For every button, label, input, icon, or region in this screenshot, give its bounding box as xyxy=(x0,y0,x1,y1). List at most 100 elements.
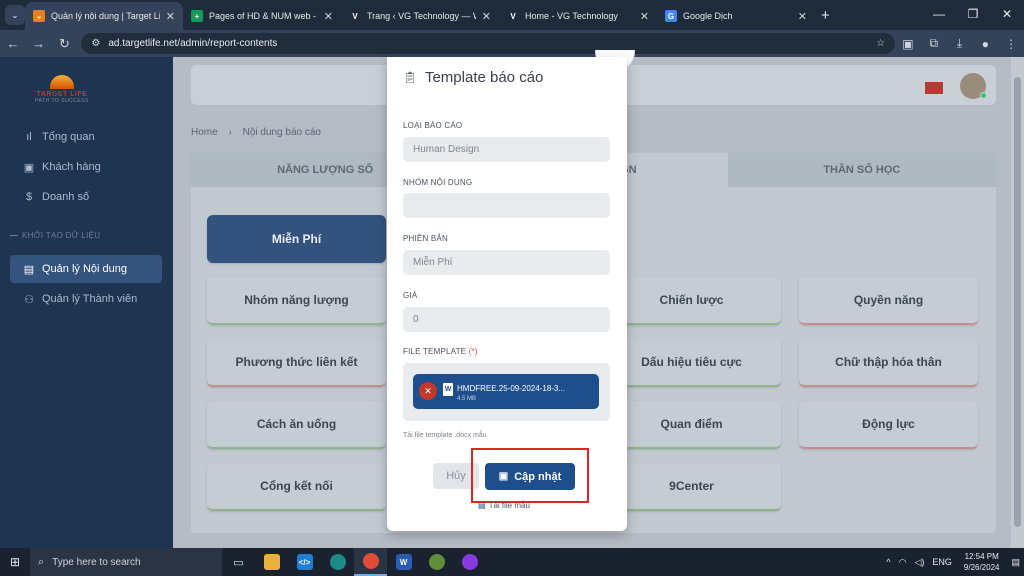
tray-chevron-icon[interactable]: ^ xyxy=(886,557,890,567)
card-diet[interactable]: Cách ăn uống xyxy=(207,401,386,449)
sidebar-section-title: KHỞI TẠO DỮ LIỆU xyxy=(10,231,100,240)
task-view-icon[interactable]: ▭ xyxy=(222,548,255,576)
sidebar-item-overview[interactable]: ıl Tổng quan xyxy=(10,123,162,151)
avatar[interactable] xyxy=(960,73,987,99)
browser-tab[interactable]: V Home - VG Technology ✕ xyxy=(499,2,657,30)
clock[interactable]: 12:54 PM 9/26/2024 xyxy=(964,551,1000,573)
content-group-field[interactable] xyxy=(403,193,610,218)
card-9center[interactable]: 9Center xyxy=(602,463,781,511)
tab-favicon-icon: ◒ xyxy=(33,10,45,22)
card-perspective[interactable]: Quan điểm xyxy=(602,401,781,449)
messenger-icon[interactable] xyxy=(453,548,486,576)
logo-sun-icon xyxy=(50,75,74,89)
chrome-icon[interactable] xyxy=(354,548,387,576)
chevron-right-icon: › xyxy=(228,127,232,138)
volume-icon[interactable]: ◁) xyxy=(914,557,924,568)
file-template-label: FILE TEMPLATE (*) xyxy=(403,347,478,356)
site-info-icon[interactable]: ⚙ xyxy=(91,38,100,49)
download-sample-link[interactable]: ▤ Tải file mẫu xyxy=(478,501,530,510)
required-mark: (*) xyxy=(468,347,478,356)
remove-file-icon[interactable]: ✕ xyxy=(419,382,437,400)
new-tab-button[interactable]: + xyxy=(821,7,830,24)
sidebar-item-label: Doanh số xyxy=(42,191,90,203)
version-field[interactable]: Miễn Phí xyxy=(403,250,610,275)
sidebar-item-content[interactable]: ▤ Quản lý Nội dung xyxy=(10,255,162,283)
uploaded-file-chip: ✕ W HMDFREE.25-09-2024-18-3... 4.5 MB xyxy=(413,374,599,409)
tab-title: Quản lý nội dung | Target Life xyxy=(51,11,160,21)
card-free[interactable]: Miễn Phí xyxy=(207,215,386,263)
report-type-label: LOẠI BÁO CÁO xyxy=(403,121,463,130)
file-explorer-icon[interactable] xyxy=(255,548,288,576)
url-field[interactable]: ⚙ ad.targetlife.net/admin/report-content… xyxy=(81,33,896,54)
tab-close-icon[interactable]: ✕ xyxy=(640,10,649,23)
tab-close-icon[interactable]: ✕ xyxy=(798,10,807,23)
logo-name: TARGET LIFE xyxy=(36,91,88,98)
tab-favicon-icon: G xyxy=(665,10,677,22)
book-icon: ▤ xyxy=(23,263,35,276)
card-energy-group[interactable]: Nhóm năng lượng xyxy=(207,277,386,325)
highlight-box xyxy=(471,448,589,503)
tab-title: Google Dịch xyxy=(683,11,733,21)
card-strategy[interactable]: Chiến lược xyxy=(602,277,781,325)
browser-tab[interactable]: V Trang ‹ VG Technology — Word ✕ xyxy=(341,2,499,30)
card-gates[interactable]: Cổng kết nối xyxy=(207,463,386,511)
download-sample-label: Tải file mẫu xyxy=(488,501,530,510)
restore-icon[interactable]: ❐ xyxy=(956,7,990,21)
windows-taskbar: ⊞ ⌕ Type here to search ▭ </> W ^ ◠ ◁) E… xyxy=(0,548,1024,576)
download-icon[interactable]: ⤓ xyxy=(947,36,973,51)
sidebar-item-sales[interactable]: $ Doanh số xyxy=(10,183,162,211)
scrollbar-thumb[interactable] xyxy=(1014,77,1021,527)
tab-title: Home - VG Technology xyxy=(525,11,618,21)
back-icon[interactable]: ← xyxy=(0,36,26,51)
file-template-label-text: FILE TEMPLATE xyxy=(403,347,467,356)
windows-start-icon[interactable]: ⊞ xyxy=(0,555,30,569)
extension-icon[interactable]: ▣ xyxy=(895,37,921,51)
browser-tab[interactable]: + Pages of HD & NUM web - Goo ✕ xyxy=(183,2,341,30)
tab-close-icon[interactable]: ✕ xyxy=(482,10,491,23)
card-connection-method[interactable]: Phương thức liên kết xyxy=(207,339,386,387)
notifications-icon[interactable]: ▤ xyxy=(1011,557,1020,568)
close-icon[interactable]: ✕ xyxy=(990,7,1024,21)
window-controls: — ❐ ✕ xyxy=(922,0,1024,28)
reload-icon[interactable]: ↻ xyxy=(52,36,78,52)
card-negative-signs[interactable]: Dấu hiệu tiêu cực xyxy=(602,339,781,387)
dollar-icon: $ xyxy=(25,191,33,203)
extensions-puzzle-icon[interactable]: ⧉ xyxy=(921,36,947,51)
tab-search-icon[interactable]: ⌄ xyxy=(5,5,25,25)
breadcrumb-current: Nội dung báo cáo xyxy=(242,127,321,138)
vscode-icon[interactable]: </> xyxy=(288,548,321,576)
page-scrollbar[interactable] xyxy=(1011,57,1024,548)
logo[interactable]: TARGET LIFE PATH TO SUCCESS xyxy=(22,71,102,111)
profile-icon[interactable]: ● xyxy=(972,37,998,51)
language-flag-icon[interactable] xyxy=(925,82,943,94)
card-motivation[interactable]: Động lực xyxy=(799,401,978,449)
card-incarnation-cross[interactable]: Chữ thập hóa thân xyxy=(799,339,978,387)
edge-icon[interactable] xyxy=(321,548,354,576)
price-field[interactable]: 0 xyxy=(403,307,610,332)
file-name: HMDFREE.25-09-2024-18-3... xyxy=(457,384,566,393)
taskbar-search-placeholder: Type here to search xyxy=(52,556,141,568)
sidebar-item-customers[interactable]: ▣ Khách hàng xyxy=(10,153,162,181)
sidebar-item-members[interactable]: ⚇ Quản lý Thành viên xyxy=(10,285,162,313)
tab-title: Pages of HD & NUM web - Goo xyxy=(209,11,318,21)
bookmark-star-icon[interactable]: ☆ xyxy=(876,38,885,49)
tab-close-icon[interactable]: ✕ xyxy=(166,10,175,23)
report-type-field[interactable]: Human Design xyxy=(403,137,610,162)
taskbar-search[interactable]: ⌕ Type here to search xyxy=(30,548,222,576)
browser-tab[interactable]: G Google Dịch ✕ xyxy=(657,2,815,30)
language-indicator[interactable]: ENG xyxy=(932,557,952,567)
file-upload-area[interactable]: ✕ W HMDFREE.25-09-2024-18-3... 4.5 MB xyxy=(403,363,610,421)
app-icon[interactable] xyxy=(420,548,453,576)
breadcrumb-home[interactable]: Home xyxy=(191,127,218,138)
tab-numerology[interactable]: THẦN SỐ HỌC xyxy=(727,153,996,187)
network-icon[interactable]: ◠ xyxy=(899,557,907,568)
minimize-icon[interactable]: — xyxy=(922,7,956,21)
forward-icon[interactable]: → xyxy=(26,36,52,51)
sidebar: TARGET LIFE PATH TO SUCCESS ıl Tổng quan… xyxy=(0,57,173,548)
word-icon[interactable]: W xyxy=(387,548,420,576)
menu-dots-icon[interactable]: ⋮ xyxy=(998,37,1024,51)
clock-date: 9/26/2024 xyxy=(963,563,1000,572)
browser-tab[interactable]: ◒ Quản lý nội dung | Target Life ✕ xyxy=(25,2,183,30)
card-authority[interactable]: Quyền năng xyxy=(799,277,978,325)
tab-close-icon[interactable]: ✕ xyxy=(324,10,333,23)
